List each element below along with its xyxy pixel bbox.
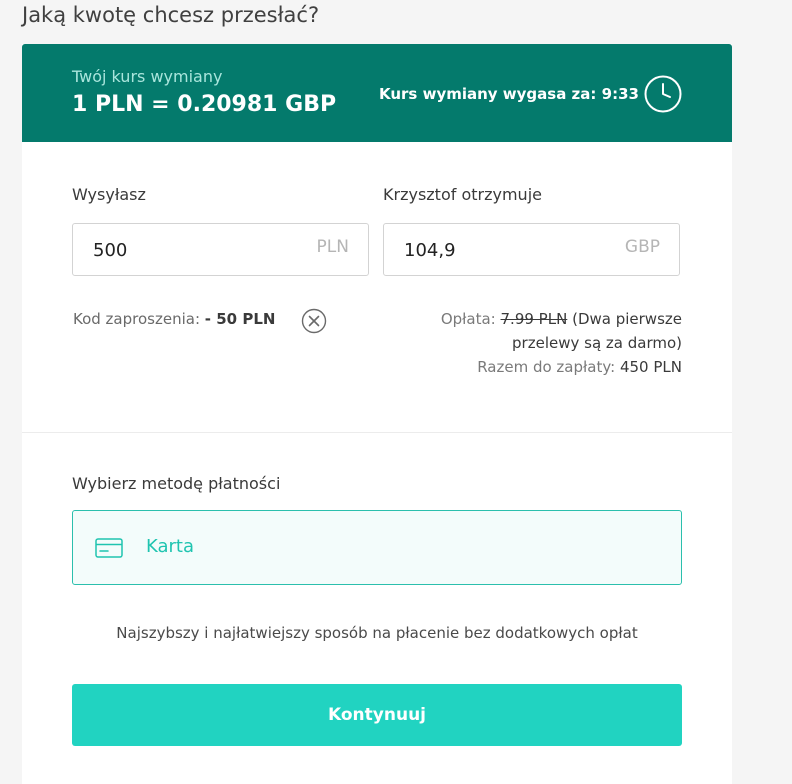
page-title: Jaką kwotę chcesz przesłać? — [22, 3, 320, 27]
fee-summary: Opłata: 7.99 PLN (Dwa pierwsze przelewy … — [392, 307, 682, 379]
clock-icon — [644, 75, 682, 113]
close-circle-icon[interactable] — [301, 308, 327, 334]
send-amount-input[interactable]: 500 PLN — [72, 223, 369, 276]
receive-amount-label: Krzysztof otrzymuje — [383, 185, 542, 204]
section-divider — [22, 432, 732, 433]
total-label: Razem do zapłaty: — [477, 358, 616, 376]
transfer-card: Twój kurs wymiany 1 PLN = 0.20981 GBP Ku… — [22, 44, 732, 784]
payment-method-card-option[interactable]: Karta — [72, 510, 682, 585]
rate-label: Twój kurs wymiany — [72, 67, 223, 86]
receive-currency: GBP — [624, 237, 660, 257]
invite-code-discount: Kod zaproszenia: - 50 PLN — [73, 310, 275, 328]
total-line: Razem do zapłaty: 450 PLN — [392, 355, 682, 379]
fee-line: Opłata: 7.99 PLN (Dwa pierwsze — [392, 307, 682, 331]
invite-code-value: - 50 PLN — [204, 310, 276, 328]
fee-old-value: 7.99 PLN — [500, 310, 568, 328]
payment-method-name: Karta — [146, 536, 195, 557]
credit-card-icon — [95, 538, 123, 558]
fee-label: Opłata: — [440, 310, 496, 328]
rate-value: 1 PLN = 0.20981 GBP — [72, 92, 337, 117]
receive-amount-value: 104,9 — [404, 240, 456, 261]
exchange-rate-banner: Twój kurs wymiany 1 PLN = 0.20981 GBP Ku… — [22, 44, 732, 142]
payment-method-note: Najszybszy i najłatwiejszy sposób na pła… — [116, 624, 638, 642]
send-amount-value: 500 — [93, 240, 128, 261]
send-currency: PLN — [316, 237, 349, 257]
fee-note-line1: (Dwa pierwsze — [572, 310, 682, 328]
payment-method-label: Wybierz metodę płatności — [72, 474, 281, 493]
send-amount-label: Wysyłasz — [72, 185, 146, 204]
receive-amount-input[interactable]: 104,9 GBP — [383, 223, 680, 276]
invite-code-label: Kod zaproszenia: — [73, 310, 200, 328]
continue-button[interactable]: Kontynuuj — [72, 684, 682, 746]
rate-expiry-timer: Kurs wymiany wygasa za: 9:33 — [379, 85, 639, 103]
total-value: 450 PLN — [619, 358, 682, 376]
fee-note-line2: przelewy są za darmo) — [512, 334, 682, 352]
